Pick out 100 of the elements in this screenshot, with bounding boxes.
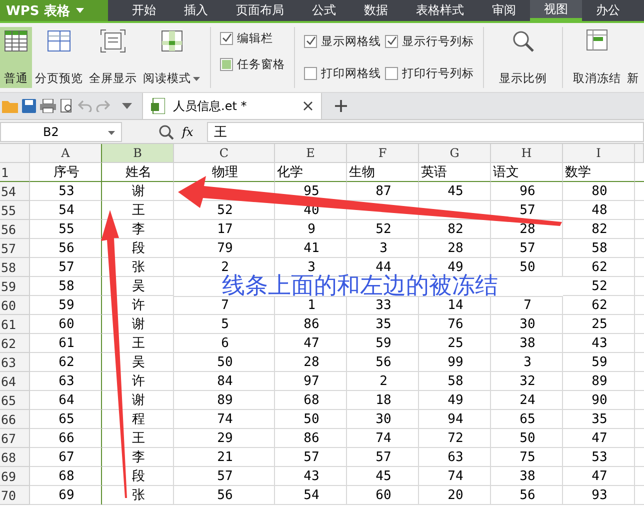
table-cell: 65 bbox=[491, 410, 563, 429]
column-header[interactable]: C bbox=[174, 144, 275, 163]
document-tab[interactable]: 人员信息.et * bbox=[142, 93, 322, 119]
checkbox[interactable] bbox=[304, 34, 317, 48]
table-cell: 英语 bbox=[419, 163, 491, 182]
grid-icon bbox=[3, 29, 29, 53]
option-label: 打印行号列标 bbox=[402, 66, 474, 82]
column-header[interactable]: A bbox=[30, 144, 102, 163]
table-cell: 18 bbox=[347, 391, 419, 410]
table-cell: 53 bbox=[30, 182, 102, 201]
table-cell: 59 bbox=[30, 296, 102, 315]
row-number: 70 bbox=[0, 486, 30, 505]
menu-tab[interactable]: 表格样式 bbox=[402, 0, 478, 21]
view-button[interactable]: 普通 bbox=[0, 27, 32, 88]
table-cell: 54 bbox=[30, 201, 102, 220]
table-cell: 89 bbox=[563, 372, 635, 391]
page-layout-icon bbox=[46, 29, 72, 53]
function-button[interactable]: fx bbox=[182, 124, 194, 138]
table-cell: 35 bbox=[563, 410, 635, 429]
table-cell: 74 bbox=[347, 429, 419, 448]
column-header[interactable]: G bbox=[419, 144, 491, 163]
table-cell: 94 bbox=[419, 410, 491, 429]
table-cell: 84 bbox=[174, 372, 275, 391]
option-label: 打印网格线 bbox=[321, 66, 381, 82]
table-cell: 69 bbox=[30, 486, 102, 505]
table-cell: 28 bbox=[419, 239, 491, 258]
table-cell: 化学 bbox=[275, 163, 347, 182]
table-cell: 25 bbox=[563, 315, 635, 334]
column-header[interactable]: H bbox=[491, 144, 563, 163]
table-cell: 63 bbox=[419, 448, 491, 467]
view-button[interactable]: 全屏显示 bbox=[86, 27, 140, 88]
checkbox[interactable] bbox=[220, 58, 233, 72]
table-cell: 序号 bbox=[30, 163, 102, 182]
table-cell: 43 bbox=[275, 467, 347, 486]
table-cell: 32 bbox=[491, 372, 563, 391]
table-cell: 57 bbox=[347, 448, 419, 467]
formula-field[interactable]: 王 bbox=[207, 122, 644, 142]
spreadsheet-file-icon bbox=[151, 98, 165, 114]
table-cell: 28 bbox=[275, 353, 347, 372]
table-cell: 54 bbox=[275, 486, 347, 505]
plus-icon[interactable] bbox=[334, 99, 348, 113]
table-cell: 62 bbox=[30, 353, 102, 372]
checkbox[interactable] bbox=[304, 67, 317, 80]
menu-tab[interactable]: 公式 bbox=[298, 0, 350, 21]
menu-tab[interactable]: 开始 bbox=[118, 0, 170, 21]
row-number: 66 bbox=[0, 410, 30, 429]
view-button[interactable]: 分页预览 bbox=[32, 27, 86, 88]
table-cell: 72 bbox=[419, 429, 491, 448]
menu-tab[interactable]: 办公 bbox=[582, 0, 634, 21]
freeze-button[interactable]: 取消冻结 bbox=[570, 27, 624, 88]
menu-tab[interactable]: 页面布局 bbox=[222, 0, 298, 21]
table-cell: 45 bbox=[347, 467, 419, 486]
search-icon[interactable] bbox=[158, 124, 174, 140]
column-header[interactable]: I bbox=[563, 144, 635, 163]
column-header[interactable]: E bbox=[275, 144, 347, 163]
zoom-button[interactable]: 显示比例 bbox=[491, 27, 555, 88]
magnifier-icon bbox=[511, 29, 535, 53]
checkbox[interactable] bbox=[385, 67, 398, 80]
print-preview-icon bbox=[60, 99, 74, 113]
table-cell: 30 bbox=[347, 410, 419, 429]
table-cell: 62 bbox=[563, 258, 635, 277]
name-box[interactable]: B2 bbox=[0, 122, 122, 142]
menu-tab[interactable]: 插入 bbox=[170, 0, 222, 21]
row-number: 65 bbox=[0, 391, 30, 410]
table-cell: 52 bbox=[347, 220, 419, 239]
option-label: 任务窗格 bbox=[237, 57, 285, 72]
option-label: 显示网格线 bbox=[321, 34, 381, 49]
menu-tab[interactable]: 数据 bbox=[350, 0, 402, 21]
table-cell: 6 bbox=[174, 334, 275, 353]
table-cell: 49 bbox=[419, 391, 491, 410]
table-cell: 生物 bbox=[347, 163, 419, 182]
view-button[interactable]: 阅读模式 bbox=[140, 27, 203, 88]
table-cell: 50 bbox=[275, 410, 347, 429]
table-cell: 57 bbox=[174, 467, 275, 486]
caret-icon bbox=[122, 103, 132, 109]
table-cell: 14 bbox=[419, 296, 491, 315]
table-cell: 64 bbox=[30, 391, 102, 410]
row-number: 69 bbox=[0, 467, 30, 486]
table-cell: 数学 bbox=[563, 163, 635, 182]
table-cell: 56 bbox=[491, 486, 563, 505]
option-label: 显示行号列标 bbox=[402, 34, 474, 49]
freeze-button[interactable]: 新 bbox=[624, 27, 642, 88]
checkbox[interactable] bbox=[385, 34, 398, 48]
table-cell: 59 bbox=[563, 353, 635, 372]
folder-icon bbox=[2, 99, 18, 113]
menu-tab[interactable]: 视图 bbox=[530, 0, 582, 21]
redo-icon bbox=[96, 100, 110, 112]
table-cell: 61 bbox=[30, 334, 102, 353]
row-number: 67 bbox=[0, 429, 30, 448]
fullscreen-icon bbox=[100, 29, 126, 53]
menu-tab[interactable]: 审阅 bbox=[478, 0, 530, 21]
table-cell: 60 bbox=[347, 486, 419, 505]
column-header[interactable]: F bbox=[347, 144, 419, 163]
table-cell: 68 bbox=[30, 467, 102, 486]
table-cell: 79 bbox=[174, 239, 275, 258]
table-cell: 59 bbox=[347, 334, 419, 353]
table-cell: 74 bbox=[419, 467, 491, 486]
checkbox[interactable] bbox=[220, 32, 233, 45]
column-header[interactable]: B bbox=[102, 144, 174, 163]
table-cell: 1 bbox=[275, 296, 347, 315]
